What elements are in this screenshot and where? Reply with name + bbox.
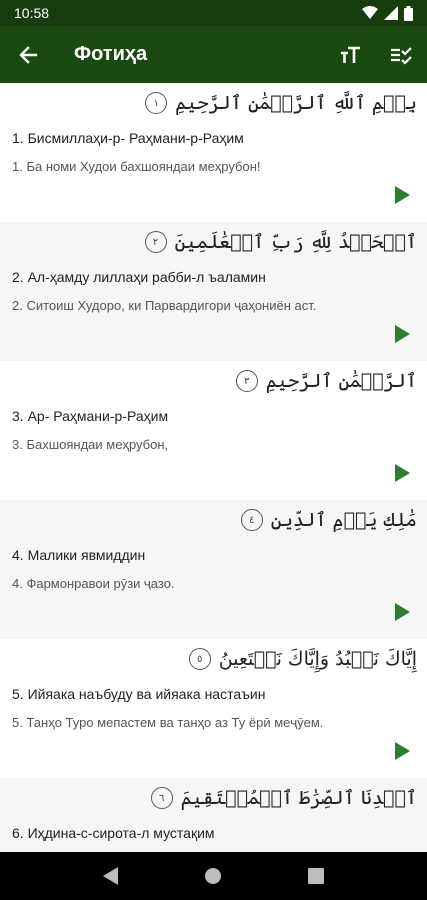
wifi-icon	[362, 6, 378, 19]
play-button[interactable]	[391, 601, 413, 623]
verse-card-6: ٱهۡدِنَا ٱلصِّرَٰطَ ٱلۡمُسۡتَقِيمَ ٦ 6. …	[0, 778, 427, 852]
play-icon	[395, 742, 410, 760]
checklist-icon	[391, 46, 412, 65]
app-bar: Фотиҳа	[0, 26, 427, 83]
battery-icon	[404, 5, 413, 21]
verse-transliteration: 3. Ар- Раҳмани-р-Раҳим	[12, 408, 169, 424]
verse-transliteration: 5. Ийяака наъбуду ва ийяака настаъин	[12, 686, 266, 702]
font-size-button[interactable]	[331, 35, 371, 75]
nav-recents-icon[interactable]	[308, 868, 325, 884]
verse-arabic-text: ٱهۡدِنَا ٱلصِّرَٰطَ ٱلۡمُسۡتَقِيمَ	[180, 787, 417, 809]
verse-number-marker: ٢	[144, 231, 167, 253]
verse-translation: 3. Бахшояндаи меҳрубон,	[12, 437, 169, 452]
verse-translation: 4. Фармонравои рӯзи ҷазо.	[12, 576, 175, 591]
play-icon	[395, 464, 410, 482]
verse-transliteration: 4. Малики явмиддин	[12, 547, 146, 563]
status-time: 10:58	[14, 5, 50, 21]
back-button[interactable]	[0, 26, 56, 83]
verse-number-marker: ٦	[150, 787, 173, 809]
verse-arabic: إِيَّاكَ نَعۡبُدُ وَإِيَّاكَ نَسۡتَعِينُ…	[188, 648, 417, 670]
verse-number-marker: ٤	[240, 509, 263, 531]
display-options-button[interactable]	[381, 35, 421, 75]
verse-arabic-text: ٱلرَّحۡمَٰنِ ٱلرَّحِيمِ	[265, 370, 417, 392]
verse-arabic: ٱهۡدِنَا ٱلصِّرَٰطَ ٱلۡمُسۡتَقِيمَ ٦	[150, 787, 417, 809]
verse-translation: 5. Танҳо Туро мепастем ва танҳо аз Ту ёр…	[12, 715, 324, 730]
play-button[interactable]	[391, 323, 413, 345]
play-button[interactable]	[391, 740, 413, 762]
verse-arabic-text: بِسۡمِ ٱللَّهِ ٱلرَّحۡمَٰنِ ٱلرَّحِيمِ	[175, 92, 417, 114]
verse-arabic-text: إِيَّاكَ نَعۡبُدُ وَإِيَّاكَ نَسۡتَعِينُ	[218, 648, 417, 670]
verse-transliteration: 1. Бисмиллаҳи-р- Раҳмани-р-Раҳим	[12, 130, 244, 146]
verse-arabic: بِسۡمِ ٱللَّهِ ٱلرَّحۡمَٰنِ ٱلرَّحِيمِ ١	[145, 92, 417, 114]
verse-arabic: مَٰلِكِ يَوۡمِ ٱلدِّينِ ٤	[240, 509, 417, 531]
play-icon	[395, 325, 410, 343]
arrow-back-icon	[19, 45, 38, 64]
verse-card-4: مَٰلِكِ يَوۡمِ ٱلدِّينِ ٤ 4. Малики явми…	[0, 500, 427, 639]
nav-back-icon[interactable]	[102, 867, 119, 885]
verse-arabic: ٱلرَّحۡمَٰنِ ٱلرَّحِيمِ ٣	[235, 370, 417, 392]
nav-home-icon[interactable]	[204, 867, 222, 885]
verse-card-5: إِيَّاكَ نَعۡبُدُ وَإِيَّاكَ نَسۡتَعِينُ…	[0, 639, 427, 778]
verse-transliteration: 2. Ал-ҳамду лиллаҳи рабби-л ъаламин	[12, 269, 266, 285]
verse-arabic: ٱلۡحَمۡدُ لِلَّهِ رَبِّ ٱلۡعَٰلَمِينَ ٢	[144, 231, 417, 253]
play-button[interactable]	[391, 184, 413, 206]
verse-number-marker: ٣	[235, 370, 258, 392]
verse-card-3: ٱلرَّحۡمَٰنِ ٱلرَّحِيمِ ٣ 3. Ар- Раҳмани…	[0, 361, 427, 500]
verse-arabic-text: مَٰلِكِ يَوۡمِ ٱلدِّينِ	[270, 509, 417, 531]
system-nav-bar	[0, 852, 427, 900]
status-icons	[362, 5, 413, 21]
verse-arabic-text: ٱلۡحَمۡدُ لِلَّهِ رَبِّ ٱلۡعَٰلَمِينَ	[174, 231, 417, 253]
verse-card-2: ٱلۡحَمۡدُ لِلَّهِ رَبِّ ٱلۡعَٰلَمِينَ ٢ …	[0, 222, 427, 361]
signal-icon	[384, 6, 398, 20]
play-icon	[395, 603, 410, 621]
verse-number-marker: ١	[145, 92, 168, 114]
verse-card-1: بِسۡمِ ٱللَّهِ ٱلرَّحۡمَٰنِ ٱلرَّحِيمِ ١…	[0, 83, 427, 222]
play-icon	[395, 186, 410, 204]
text-size-icon	[341, 46, 360, 63]
verse-translation: 2. Ситоиш Худоро, ки Парвардигори ҷаҳони…	[12, 298, 317, 313]
page-title: Фотиҳа	[74, 43, 148, 65]
verse-translation: 1. Ба номи Худои бахшояндаи меҳрубон!	[12, 159, 261, 174]
verse-transliteration: 6. Иҳдина-с-сирота-л мустақим	[12, 825, 215, 841]
status-bar: 10:58	[0, 0, 427, 26]
verse-number-marker: ٥	[188, 648, 211, 670]
verse-list: بِسۡمِ ٱللَّهِ ٱلرَّحۡمَٰنِ ٱلرَّحِيمِ ١…	[0, 83, 427, 852]
play-button[interactable]	[391, 462, 413, 484]
